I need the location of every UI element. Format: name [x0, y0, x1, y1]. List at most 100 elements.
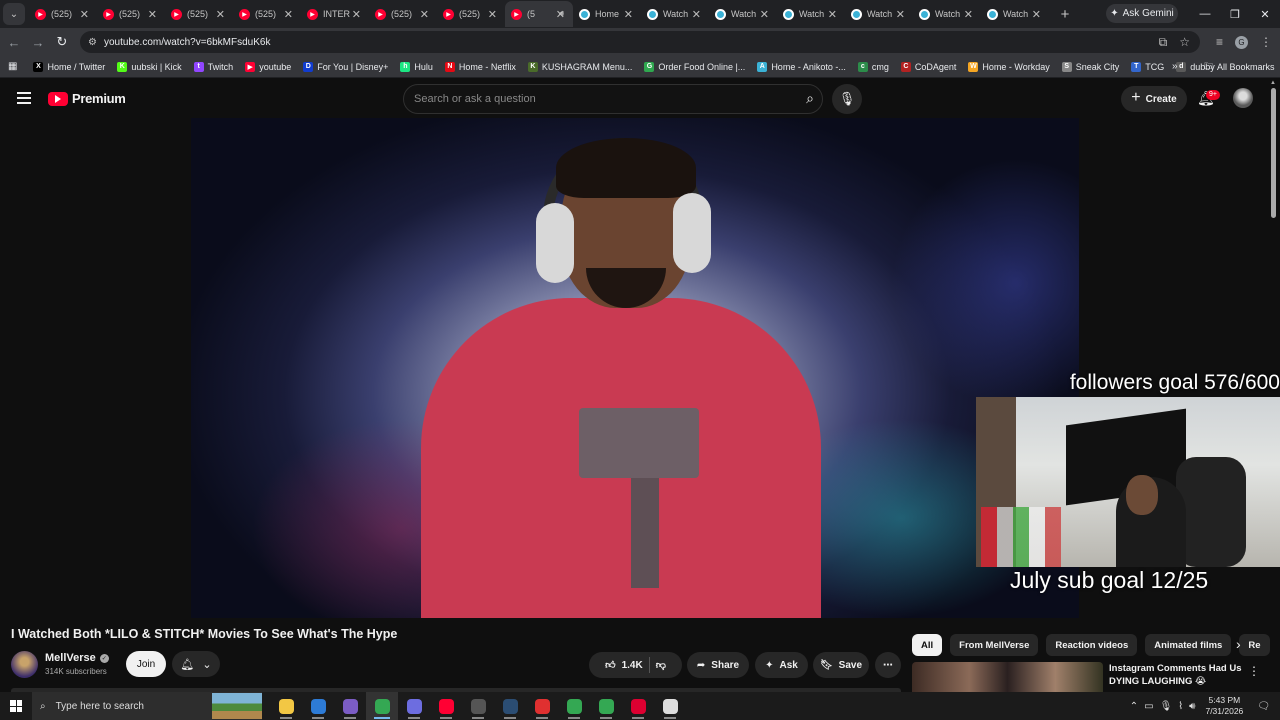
bookmark-item[interactable]: C CoDAgent	[900, 61, 956, 72]
new-tab-button[interactable]: +	[1055, 6, 1075, 23]
subscription-bell-button[interactable]: 🔔︎ ⌄	[172, 651, 220, 677]
browser-tab[interactable]: Watch ✕	[845, 1, 913, 27]
network-icon[interactable]: ▭	[1144, 701, 1153, 712]
close-tab-icon[interactable]: ✕	[556, 8, 565, 21]
media-controls-icon[interactable]: ≡	[1216, 35, 1223, 49]
more-actions-button[interactable]: ⋯	[875, 652, 901, 678]
tray-overflow-icon[interactable]: ⌃	[1130, 701, 1138, 712]
hamburger-menu-icon[interactable]	[17, 92, 31, 104]
wifi-icon[interactable]: ⌇	[1178, 701, 1183, 712]
chevron-right-icon[interactable]: ›	[1236, 636, 1241, 652]
browser-tab[interactable]: ▶ (5 🔊︎ ✕	[505, 1, 573, 27]
browser-tab[interactable]: Watch ✕	[641, 1, 709, 27]
volume-icon[interactable]: 🔊︎	[1189, 701, 1195, 712]
taskbar-app-discord-like[interactable]	[334, 692, 366, 720]
filter-chip[interactable]: All	[912, 634, 943, 656]
bookmark-item[interactable]: N Home - Netflix	[444, 61, 516, 72]
more-vertical-icon[interactable]: ⋮	[1248, 664, 1260, 678]
create-button[interactable]: + Create	[1121, 86, 1187, 112]
browser-tab[interactable]: ▶ (525) ✕	[437, 1, 505, 27]
taskbar-app-youtube-music[interactable]	[430, 692, 462, 720]
taskbar-app-angular[interactable]	[622, 692, 654, 720]
bookmark-item[interactable]: W Home - Workday	[968, 61, 1050, 72]
microphone-icon[interactable]: 🎙	[832, 84, 862, 114]
filter-chip[interactable]: Animated films	[1145, 634, 1232, 656]
filter-chip[interactable]: Re	[1239, 634, 1270, 656]
browser-tab[interactable]: ▶ (525) ✕	[369, 1, 437, 27]
bookmark-item[interactable]: Kuubski | Kick	[117, 61, 182, 72]
ask-button[interactable]: ✦ Ask	[755, 652, 808, 678]
taskbar-app-adobe[interactable]	[526, 692, 558, 720]
address-bar[interactable]: ⚙ youtube.com/watch?v=6bkMFsduK6k	[80, 31, 1200, 53]
bookmarks-overflow-icon[interactable]: »	[1172, 61, 1178, 72]
close-tab-icon[interactable]: ✕	[760, 8, 769, 21]
bookmark-item[interactable]: c cmg	[857, 61, 889, 72]
channel-name-row[interactable]: MellVerse ✓	[45, 652, 109, 664]
channel-name[interactable]: MellVerse	[45, 652, 96, 664]
scroll-up-arrow-icon[interactable]: ▲	[1270, 80, 1276, 86]
bookmark-item[interactable]: X Home / Twitter	[33, 61, 105, 72]
restore-button[interactable]: ❐	[1220, 0, 1250, 28]
bookmark-star-icon[interactable]: ☆	[1179, 35, 1190, 49]
taskbar-app-obs[interactable]	[462, 692, 494, 720]
all-bookmarks-button[interactable]: 🗀 All Bookmarks	[1204, 59, 1275, 75]
channel-avatar[interactable]	[11, 651, 38, 678]
close-tab-icon[interactable]: ✕	[148, 8, 157, 21]
browser-tab[interactable]: ▶ (525) ✕	[165, 1, 233, 27]
bookmark-item[interactable]: S Sneak City	[1061, 61, 1119, 72]
notification-center-icon[interactable]: 🗨	[1257, 701, 1270, 712]
thumbs-down-icon[interactable]: 👎︎	[656, 659, 666, 671]
filter-chip[interactable]: Reaction videos	[1046, 634, 1138, 656]
microphone-tray-icon[interactable]: 🎙	[1160, 701, 1173, 712]
close-tab-icon[interactable]: ✕	[216, 8, 225, 21]
browser-tab[interactable]: Watch ✕	[913, 1, 981, 27]
minimize-button[interactable]: —	[1190, 0, 1220, 28]
profile-avatar[interactable]: G	[1235, 35, 1248, 49]
close-tab-icon[interactable]: ✕	[692, 8, 701, 21]
bookmark-item[interactable]: G Order Food Online |...	[644, 61, 745, 72]
close-tab-icon[interactable]: ✕	[624, 8, 633, 21]
close-tab-icon[interactable]: ✕	[1032, 8, 1041, 21]
close-window-button[interactable]: ✕	[1250, 0, 1280, 28]
browser-tab[interactable]: ▶ (525) ✕	[233, 1, 301, 27]
bookmark-item[interactable]: D For You | Disney+	[303, 61, 388, 72]
bookmark-item[interactable]: h Hulu	[400, 61, 433, 72]
join-button[interactable]: Join	[126, 651, 166, 677]
bookmark-item[interactable]: t Twitch	[193, 61, 233, 72]
close-tab-icon[interactable]: ✕	[284, 8, 293, 21]
taskbar-app-clock-app[interactable]	[654, 692, 686, 720]
recommendation-title[interactable]: Instagram Comments Had Us DYING LAUGHING…	[1109, 662, 1244, 688]
bookmark-item[interactable]: T TCG	[1131, 61, 1164, 72]
browser-tab[interactable]: Watch ✕	[709, 1, 777, 27]
close-tab-icon[interactable]: ✕	[80, 8, 89, 21]
taskbar-app-steam[interactable]	[494, 692, 526, 720]
close-tab-icon[interactable]: ✕	[896, 8, 905, 21]
browser-tab[interactable]: Home ✕	[573, 1, 641, 27]
apps-grid-icon[interactable]: ▦	[8, 61, 17, 72]
back-button[interactable]: ←	[2, 35, 26, 50]
browser-tab[interactable]: Watch ✕	[777, 1, 845, 27]
close-tab-icon[interactable]: ✕	[420, 8, 429, 21]
forward-button[interactable]: →	[26, 35, 50, 50]
browser-tab[interactable]: ▶ (525) ✕	[29, 1, 97, 27]
close-tab-icon[interactable]: ✕	[352, 8, 361, 21]
taskbar-app-edge[interactable]	[302, 692, 334, 720]
bookmark-item[interactable]: A Home - Anikoto -...	[757, 61, 846, 72]
video-player[interactable]	[191, 118, 1079, 618]
taskbar-search[interactable]: ⌕ Type here to search	[32, 692, 262, 720]
bookmark-item[interactable]: K KUSHAGRAM Menu...	[527, 61, 632, 72]
start-button[interactable]	[0, 700, 32, 712]
search-input[interactable]: Search or ask a question ⌕	[403, 84, 823, 114]
save-button[interactable]: 🔖︎ Save	[813, 652, 869, 678]
browser-tab[interactable]: ▶ (525) ✕	[97, 1, 165, 27]
page-scrollbar[interactable]	[1271, 88, 1276, 218]
search-highlight-image[interactable]	[212, 693, 262, 719]
clock[interactable]: 5:43 PM 7/31/2026	[1205, 695, 1243, 717]
browser-tab[interactable]: Watch ✕	[981, 1, 1049, 27]
search-icon[interactable]: ⌕	[806, 90, 814, 107]
close-tab-icon[interactable]: ✕	[964, 8, 973, 21]
taskbar-app-chrome-2[interactable]	[558, 692, 590, 720]
browser-menu-icon[interactable]: ⋮	[1260, 35, 1272, 49]
account-avatar[interactable]	[1233, 88, 1253, 108]
taskbar-app-game-controller[interactable]	[398, 692, 430, 720]
